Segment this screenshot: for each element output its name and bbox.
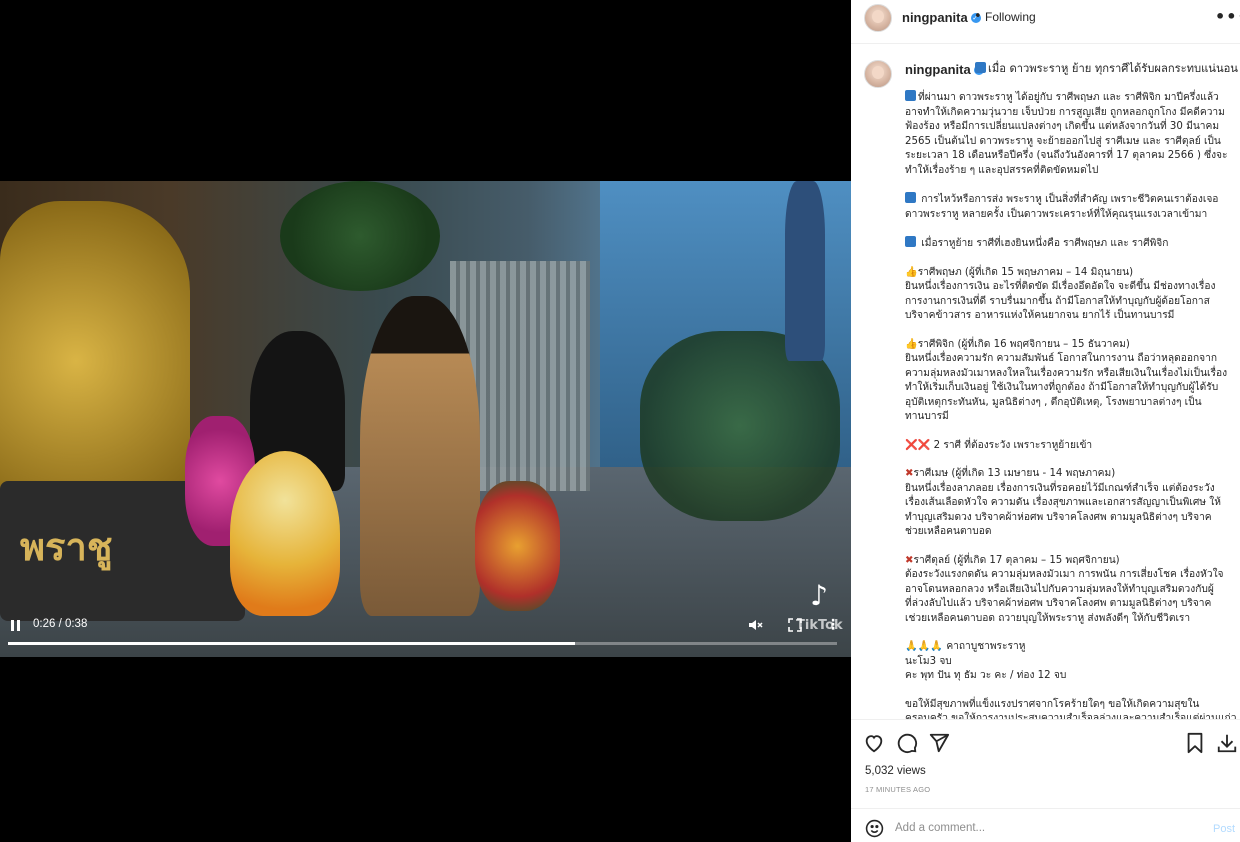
video-time: 0:26 / 0:38 [33,618,88,630]
caption-paragraph-text: ราศีพิจิก (ผู้ที่เกิด 16 พฤศจิกายน – 15 … [905,338,1228,423]
video-frame-statue-figure [785,181,825,361]
caption-body: ที่ผ่านมา ดาวพระราหู ได้อยู่กับ ราศีพฤษภ… [905,90,1239,719]
book-icon [905,192,916,203]
header-username-row: ningpanita [902,9,981,26]
caption-title-text: เมื่อ ดาวพระราหู ย้าย ทุกราศีได้รับผลกระ… [988,62,1240,75]
thumbs-up-icon: 👍 [905,338,918,350]
caption-paragraph-text: ราศีพฤษภ (ผู้ที่เกิด 15 พฤษภาคม – 14 มิถ… [905,266,1216,322]
caption-paragraph-text: ราศีเมษ (ผู้ที่เกิด 13 เมษายน - 14 พฤษภา… [905,468,1221,537]
video-more-options-icon[interactable]: ⋮ [824,616,842,634]
folded-hands-icon: 🙏🙏🙏 [905,641,944,652]
comment-bar: Post [851,808,1240,842]
caption-paragraph: ✖ราศีเมษ (ผู้ที่เกิด 13 เมษายน - 14 พฤษภ… [905,467,1239,540]
post-header: ningpanita • Following ••• [851,0,1240,44]
video-frame-offering [230,451,340,616]
muted-speaker-icon[interactable] [746,616,764,634]
caption-paragraph: เมื่อราหูย้าย ราศีที่เฮงยินหนึ่งคือ ราศี… [905,236,1239,252]
video-progress-fill [8,642,576,645]
cross-mark-icon: ❌❌ [905,439,931,451]
caption-paragraph-text: 2 ราศี ที่ต้องระวัง เพราะราหูย้ายเข้า [933,439,1093,451]
video-controls: 0:26 / 0:38 ⋮ [0,610,851,658]
book-icon [905,90,916,101]
header-separator: • [974,9,982,24]
video-frame-palm [280,181,440,291]
caption-paragraph: ✖ราศีตุลย์ (ผู้ที่เกิด 17 ตุลาคม – 15 พฤ… [905,554,1239,627]
pause-icon[interactable] [6,616,24,634]
caption-paragraph-text: ที่ผ่านมา ดาวพระราหู ได้อยู่กับ ราศีพฤษภ… [905,92,1228,176]
post-timestamp[interactable]: 17 MINUTES AGO [865,785,930,794]
caption-paragraph: 🙏🙏🙏 คาถาบูชาพระราหู นะโม3 จบ คะ พุท ปัน … [905,640,1239,684]
emoji-icon[interactable] [865,819,884,838]
caption-paragraph: 👍ราศีพฤษภ (ผู้ที่เกิด 15 พฤษภาคม – 14 มิ… [905,266,1239,324]
caption-scroll-area[interactable]: ningpanita เมื่อ ดาวพระราหู ย้าย ทุกราศี… [851,44,1240,719]
post-side-panel: ningpanita • Following ••• ningpanita เม… [851,0,1240,842]
caption-paragraph-text: เมื่อราหูย้าย ราศีที่เฮงยินหนึ่งคือ ราศี… [921,238,1169,249]
more-horizontal-icon[interactable]: ••• [1215,7,1240,26]
caption-paragraph-text: ราศีตุลย์ (ผู้ที่เกิด 17 ตุลาคม – 15 พฤศ… [905,554,1224,624]
header-username[interactable]: ningpanita [902,10,968,25]
post-comment-button[interactable]: Post [1213,823,1235,835]
caption-paragraph: ขอให้มีสุขภาพที่แข็งแรงปราศจากโรคร้ายใดๆ… [905,698,1239,720]
caption-username[interactable]: ningpanita [905,62,971,77]
caption-title: เมื่อ ดาวพระราหู ย้าย ทุกราศีได้รับผลกระ… [975,61,1240,77]
book-icon [975,62,986,73]
bookmark-icon[interactable] [1185,732,1209,756]
media-pane: พราชู ♪ TikTok 0:26 / 0:38 ⋮ [0,0,851,842]
comment-input[interactable] [895,817,1195,839]
cross-mark-icon: ✖ [905,468,914,479]
video-frame-offering-2 [475,481,560,611]
share-icon[interactable] [928,732,952,756]
thumbs-up-icon: 👍 [905,266,918,278]
caption-avatar[interactable] [864,60,892,88]
video-progress-bar[interactable] [8,642,837,645]
caption-paragraph-text: การไหว้หรือการส่ง พระราหู เป็นสิ่งที่สำค… [905,194,1219,220]
following-button[interactable]: Following [985,9,1036,25]
tiktok-logo-icon: ♪ [810,579,828,612]
view-count[interactable]: 5,032 views [865,765,926,777]
download-icon[interactable] [1216,732,1240,756]
video-player[interactable]: พราชู ♪ TikTok [0,181,851,657]
avatar[interactable] [864,4,892,32]
post-actions: 5,032 views 17 MINUTES AGO [851,719,1240,809]
caption-paragraph: 👍ราศีพิจิก (ผู้ที่เกิด 16 พฤศจิกายน – 15… [905,338,1239,425]
caption-paragraph: การไหว้หรือการส่ง พระราหู เป็นสิ่งที่สำค… [905,192,1239,222]
caption-paragraph: ที่ผ่านมา ดาวพระราหู ได้อยู่กับ ราศีพฤษภ… [905,90,1239,178]
video-frame-person-front [360,296,480,616]
comment-icon[interactable] [896,732,920,756]
fullscreen-icon[interactable] [786,616,804,634]
cross-mark-icon: ✖ [905,554,914,566]
caption-paragraph: ❌❌ 2 ราศี ที่ต้องระวัง เพราะราหูย้ายเข้า [905,439,1239,454]
book-icon [905,236,916,247]
caption-paragraph-text: ขอให้มีสุขภาพที่แข็งแรงปราศจากโรคร้ายใดๆ… [905,698,1237,720]
caption-username-row: ningpanita [905,61,984,78]
heart-icon[interactable] [863,732,887,756]
video-frame-sign-text: พราชู [20,525,113,569]
